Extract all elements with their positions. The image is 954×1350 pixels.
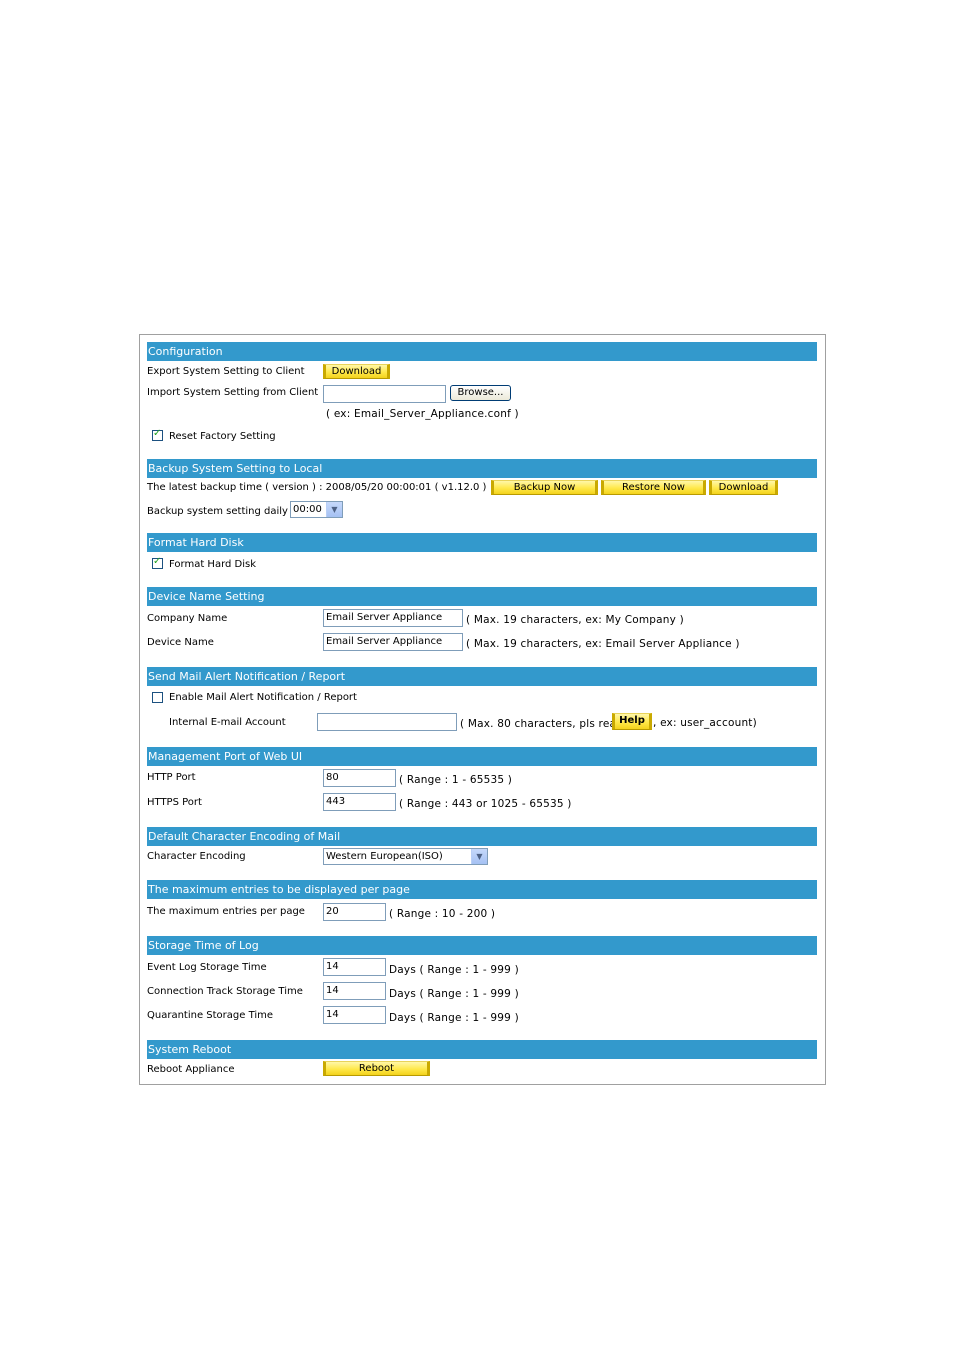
https-port-input[interactable]: 443 bbox=[323, 793, 396, 811]
http-port-hint: ( Range : 1 - 65535 ) bbox=[399, 774, 513, 786]
http-port-input[interactable]: 80 bbox=[323, 769, 396, 787]
format-hard-disk-label: Format Hard Disk bbox=[169, 559, 257, 570]
company-name-input[interactable]: Email Server Appliance bbox=[323, 609, 463, 627]
section-header-max-entries: The maximum entries to be displayed per … bbox=[147, 880, 817, 899]
backup-now-button[interactable]: Backup Now bbox=[491, 480, 598, 495]
reboot-button[interactable]: Reboot bbox=[323, 1061, 430, 1076]
format-hard-disk-checkbox[interactable] bbox=[152, 556, 163, 569]
event-log-input[interactable]: 14 bbox=[323, 958, 386, 976]
quarantine-hint: Days ( Range : 1 - 999 ) bbox=[389, 1012, 519, 1024]
email-hint-prefix: ( Max. 80 characters, pls read bbox=[460, 718, 623, 730]
section-header-mail-alert: Send Mail Alert Notification / Report bbox=[147, 667, 817, 686]
company-name-label: Company Name bbox=[147, 613, 228, 624]
character-encoding-label: Character Encoding bbox=[147, 851, 246, 862]
internal-email-label: Internal E-mail Account bbox=[169, 717, 286, 728]
daily-backup-label: Backup system setting daily at bbox=[147, 506, 302, 517]
backup-download-button[interactable]: Download bbox=[709, 480, 778, 495]
reset-factory-label: Reset Factory Setting bbox=[169, 431, 276, 442]
internal-email-input[interactable] bbox=[317, 713, 457, 731]
section-header-encoding: Default Character Encoding of Mail bbox=[147, 827, 817, 846]
section-header-format: Format Hard Disk bbox=[147, 533, 817, 552]
browse-button[interactable]: Browse... bbox=[450, 385, 511, 401]
daily-backup-select[interactable]: 00:00 ▼ bbox=[290, 501, 343, 518]
connection-track-hint: Days ( Range : 1 - 999 ) bbox=[389, 988, 519, 1000]
import-label: Import System Setting from Client bbox=[147, 387, 319, 398]
company-name-hint: ( Max. 19 characters, ex: My Company ) bbox=[466, 614, 684, 626]
event-log-hint: Days ( Range : 1 - 999 ) bbox=[389, 964, 519, 976]
section-header-reboot: System Reboot bbox=[147, 1040, 817, 1059]
daily-backup-value: 00:00 bbox=[293, 504, 322, 515]
device-name-input[interactable]: Email Server Appliance bbox=[323, 633, 463, 651]
connection-track-label: Connection Track Storage Time bbox=[147, 986, 303, 997]
section-header-mgmt-port: Management Port of Web UI bbox=[147, 747, 817, 766]
device-name-label: Device Name bbox=[147, 637, 214, 648]
latest-backup-text: The latest backup time ( version ) : 200… bbox=[147, 482, 487, 493]
section-header-configuration: Configuration bbox=[147, 342, 817, 361]
restore-now-button[interactable]: Restore Now bbox=[601, 480, 706, 495]
https-port-hint: ( Range : 443 or 1025 - 65535 ) bbox=[399, 798, 572, 810]
max-entries-label: The maximum entries per page bbox=[147, 906, 305, 917]
import-hint: ( ex: Email_Server_Appliance.conf ) bbox=[326, 408, 519, 420]
reboot-label: Reboot Appliance bbox=[147, 1064, 235, 1075]
connection-track-input[interactable]: 14 bbox=[323, 982, 386, 1000]
export-download-button[interactable]: Download bbox=[323, 364, 390, 379]
quarantine-input[interactable]: 14 bbox=[323, 1006, 386, 1024]
export-label: Export System Setting to Client bbox=[147, 366, 305, 377]
quarantine-label: Quarantine Storage Time bbox=[147, 1010, 274, 1021]
max-entries-hint: ( Range : 10 - 200 ) bbox=[389, 908, 496, 920]
event-log-label: Event Log Storage Time bbox=[147, 962, 267, 973]
http-port-label: HTTP Port bbox=[147, 772, 196, 783]
chevron-down-icon: ▼ bbox=[471, 849, 487, 864]
section-header-storage: Storage Time of Log bbox=[147, 936, 817, 955]
section-header-backup: Backup System Setting to Local bbox=[147, 459, 817, 478]
max-entries-input[interactable]: 20 bbox=[323, 903, 386, 921]
device-name-hint: ( Max. 19 characters, ex: Email Server A… bbox=[466, 638, 740, 650]
section-header-device-name: Device Name Setting bbox=[147, 587, 817, 606]
enable-mail-alert-checkbox[interactable] bbox=[152, 692, 163, 703]
help-button[interactable]: Help bbox=[612, 713, 652, 730]
import-file-field[interactable] bbox=[323, 385, 446, 403]
https-port-label: HTTPS Port bbox=[147, 797, 202, 808]
reset-factory-checkbox[interactable] bbox=[152, 428, 163, 441]
character-encoding-select[interactable]: Western European(ISO) ▼ bbox=[323, 848, 488, 865]
email-hint-suffix: , ex: user_account) bbox=[653, 717, 757, 729]
chevron-down-icon: ▼ bbox=[326, 502, 342, 517]
enable-mail-alert-label: Enable Mail Alert Notification / Report bbox=[169, 692, 357, 703]
character-encoding-value: Western European(ISO) bbox=[326, 851, 443, 862]
